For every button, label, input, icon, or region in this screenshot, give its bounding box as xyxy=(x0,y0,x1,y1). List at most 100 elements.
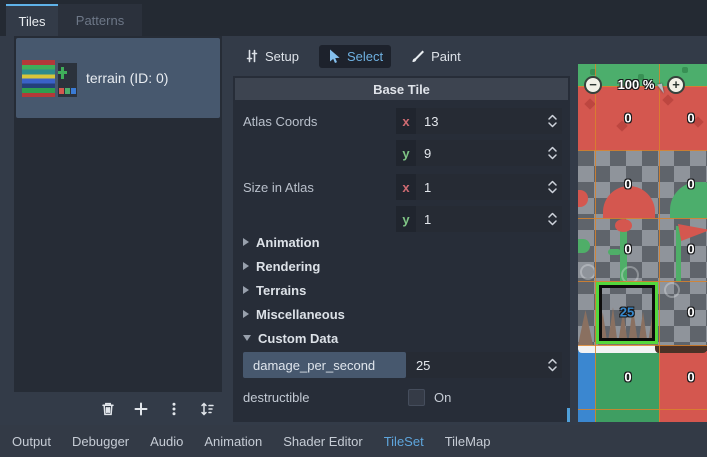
bottom-tab-tileset[interactable]: TileSet xyxy=(384,434,424,449)
editor-bottom-bar: Output Debugger Audio Animation Shader E… xyxy=(0,425,707,457)
kebab-menu-icon xyxy=(166,401,182,417)
bottom-tab-shader-editor[interactable]: Shader Editor xyxy=(283,434,363,449)
source-menu-button[interactable] xyxy=(165,400,183,418)
destructible-on-label: On xyxy=(434,390,451,405)
section-terrains-label: Terrains xyxy=(256,283,306,298)
chevron-right-icon xyxy=(243,310,249,318)
size-in-atlas-x-field[interactable]: 1 xyxy=(416,174,562,200)
section-animation[interactable]: Animation xyxy=(237,230,566,254)
sort-icon xyxy=(199,401,215,417)
damage-per-second-row: damage_per_second 25 xyxy=(243,352,562,378)
bottom-tab-audio[interactable]: Audio xyxy=(150,434,183,449)
size-in-atlas-label: Size in Atlas xyxy=(243,180,396,195)
bottom-tab-output[interactable]: Output xyxy=(12,434,51,449)
godot-tileset-editor: Tiles Patterns terrain (ID: 0) xyxy=(0,0,707,457)
tile-value: 0 xyxy=(687,305,694,320)
tileset-thumbnail-sheet1 xyxy=(22,60,55,97)
atlas-wave-brown xyxy=(655,345,707,353)
tile-mode-toolbar: Setup Select Paint xyxy=(237,42,469,70)
atlas-water-tile xyxy=(578,351,595,422)
paint-brush-icon xyxy=(411,49,425,63)
atlas-coords-y-row: y 9 xyxy=(243,140,562,166)
atlas-coords-x-spinner[interactable] xyxy=(544,108,560,134)
trash-icon xyxy=(100,401,116,417)
atlas-coords-y-editor: y 9 xyxy=(396,140,562,166)
damage-per-second-label[interactable]: damage_per_second xyxy=(243,352,406,378)
axis-y-chip: y xyxy=(396,140,416,166)
tile-source-label: terrain (ID: 0) xyxy=(86,70,168,86)
size-in-atlas-x-editor: x 1 xyxy=(396,174,562,200)
zoom-in-button[interactable]: + xyxy=(667,76,685,94)
sort-sources-button[interactable] xyxy=(198,400,216,418)
atlas-red-tile xyxy=(659,351,707,422)
select-mode-button[interactable]: Select xyxy=(319,45,391,68)
size-in-atlas-y-field[interactable]: 1 xyxy=(416,206,562,232)
destructible-row: destructible On xyxy=(243,384,562,410)
axis-x-chip: x xyxy=(396,108,416,134)
atlas-coords-y-value: 9 xyxy=(424,146,431,161)
spinner-icon xyxy=(547,113,558,129)
damage-per-second-spinner[interactable] xyxy=(544,352,560,378)
tile-atlas-view[interactable]: 0 0 0 0 0 0 25 0 0 0 − 100 % + xyxy=(578,64,707,422)
atlas-coords-x-value: 13 xyxy=(424,114,438,129)
size-in-atlas-x-spinner[interactable] xyxy=(544,174,560,200)
add-source-button[interactable] xyxy=(132,400,150,418)
spinner-icon xyxy=(547,211,558,227)
section-miscellaneous[interactable]: Miscellaneous xyxy=(237,302,566,326)
paint-mode-button[interactable]: Paint xyxy=(403,45,469,68)
section-rendering[interactable]: Rendering xyxy=(237,254,566,278)
atlas-coords-y-spinner[interactable] xyxy=(544,140,560,166)
destructible-checkbox[interactable] xyxy=(408,389,425,406)
bottom-tab-tilemap[interactable]: TileMap xyxy=(445,434,491,449)
tileset-thumbnail-sheet2 xyxy=(58,63,77,97)
tile-value: 0 xyxy=(624,177,631,192)
tab-tiles[interactable]: Tiles xyxy=(6,4,58,36)
atlas-plant-flower xyxy=(615,219,632,232)
selected-tile-outline[interactable] xyxy=(596,282,658,344)
tile-sources-toolbar xyxy=(14,392,222,425)
bottom-tab-animation[interactable]: Animation xyxy=(204,434,262,449)
spinner-icon xyxy=(547,145,558,161)
tab-tiles-label: Tiles xyxy=(19,14,46,29)
atlas-green-tile xyxy=(595,351,659,422)
spinner-icon xyxy=(547,179,558,195)
base-tile-header-label: Base Tile xyxy=(373,82,430,97)
tab-patterns[interactable]: Patterns xyxy=(58,4,142,36)
tile-value: 0 xyxy=(687,370,694,385)
size-in-atlas-y-value: 1 xyxy=(424,212,431,227)
damage-per-second-value: 25 xyxy=(416,358,430,373)
base-tile-header: Base Tile xyxy=(235,78,568,100)
chevron-right-icon xyxy=(243,286,249,294)
tile-value: 0 xyxy=(687,111,694,126)
section-custom-data[interactable]: Custom Data xyxy=(237,326,566,350)
plus-icon xyxy=(133,401,149,417)
bottom-tab-debugger[interactable]: Debugger xyxy=(72,434,129,449)
atlas-coords-y-field[interactable]: 9 xyxy=(416,140,562,166)
plus-icon: + xyxy=(672,77,680,92)
spinner-icon xyxy=(547,357,558,373)
paint-mode-label: Paint xyxy=(431,49,461,64)
section-miscellaneous-label: Miscellaneous xyxy=(256,307,345,322)
delete-source-button[interactable] xyxy=(99,400,117,418)
section-rendering-label: Rendering xyxy=(256,259,320,274)
tileset-thumbnail xyxy=(22,60,77,97)
section-animation-label: Animation xyxy=(256,235,320,250)
tileset-tab-strip: Tiles Patterns xyxy=(0,0,707,36)
axis-x-chip: x xyxy=(396,174,416,200)
damage-per-second-field[interactable]: 25 xyxy=(406,352,562,378)
chevron-right-icon xyxy=(243,262,249,270)
atlas-coords-label: Atlas Coords xyxy=(243,114,396,129)
setup-mode-label: Setup xyxy=(265,49,299,64)
inspector-scrollbar[interactable] xyxy=(567,408,570,422)
size-in-atlas-y-row: y 1 xyxy=(243,206,562,232)
tile-source-item-terrain[interactable]: terrain (ID: 0) xyxy=(16,38,220,118)
tile-value: 0 xyxy=(624,370,631,385)
atlas-coords-x-field[interactable]: 13 xyxy=(416,108,562,134)
chevron-down-icon xyxy=(243,335,251,341)
chevron-right-icon xyxy=(243,238,249,246)
atlas-coords-x-editor: x 13 xyxy=(396,108,562,134)
zoom-out-button[interactable]: − xyxy=(584,76,602,94)
section-terrains[interactable]: Terrains xyxy=(237,278,566,302)
size-in-atlas-y-spinner[interactable] xyxy=(544,206,560,232)
setup-mode-button[interactable]: Setup xyxy=(237,45,307,68)
